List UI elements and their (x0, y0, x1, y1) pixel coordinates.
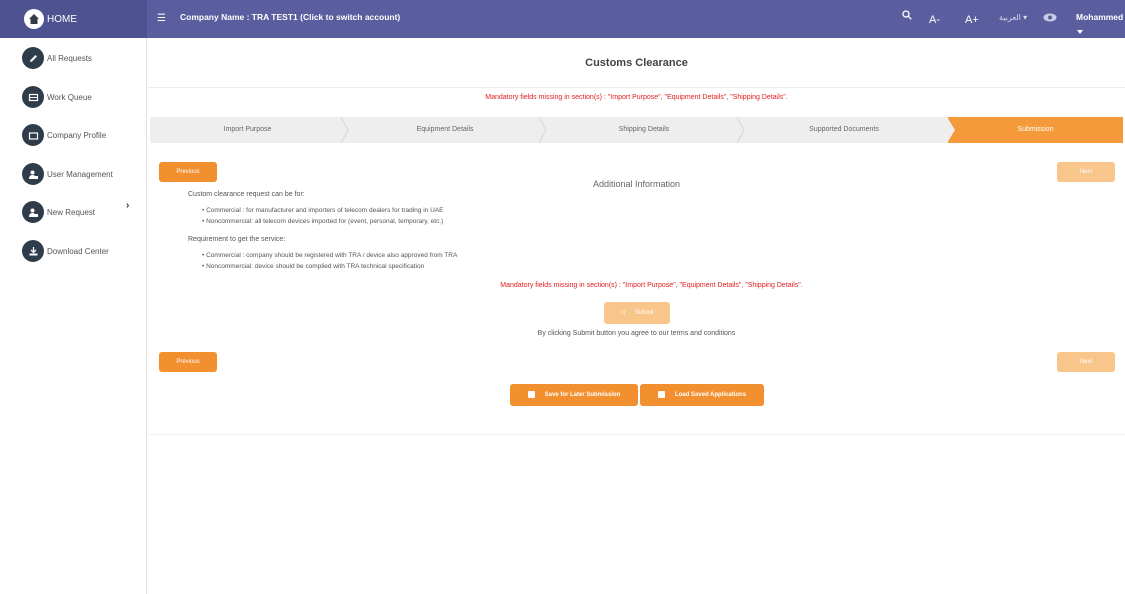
company-switcher[interactable]: Company Name : TRA TEST1 (Click to switc… (180, 12, 400, 22)
hamburger-menu-icon[interactable]: ☰ (157, 13, 166, 24)
sidebar-item-user-management[interactable]: User Management (22, 162, 113, 186)
user-lock-icon (22, 163, 44, 185)
sidebar-item-company-profile[interactable]: Company Profile (22, 123, 106, 147)
sidebar-item-label: All Requests (47, 53, 92, 63)
page-title: Customs Clearance (148, 38, 1125, 88)
user-caret-icon[interactable] (1077, 30, 1083, 34)
previous-button-bottom[interactable]: Previous (159, 352, 217, 372)
user-menu[interactable]: Mohammed (1076, 12, 1123, 22)
sidebar-item-label: Download Center (47, 246, 109, 256)
list-item: • Commercial : for manufacturer and impo… (202, 207, 444, 214)
sidebar-item-new-request[interactable]: New Request (22, 200, 95, 224)
home-icon (24, 9, 44, 29)
language-selector[interactable]: العربية ▾ (999, 13, 1027, 22)
load-saved-button[interactable]: Load Saved Applications (640, 384, 764, 406)
next-button-bottom[interactable]: Next (1057, 352, 1115, 372)
list-item: • Noncommercial: all telecom devices imp… (202, 218, 444, 225)
terms-agreement-text: By clicking Submit button you agree to o… (537, 330, 736, 337)
sidebar-item-label: Company Profile (47, 130, 107, 140)
folder-icon (22, 124, 44, 146)
sidebar-item-download-center[interactable]: Download Center (22, 239, 109, 263)
sidebar-item-label: New Request (47, 207, 96, 217)
save-icon (527, 390, 535, 398)
section-title: Additional Information (592, 179, 681, 189)
divider (148, 434, 1125, 435)
send-icon: ◁ (620, 310, 625, 316)
step-equipment-details[interactable]: Equipment Details (350, 117, 540, 143)
submit-button[interactable]: ◁ Submit (604, 302, 670, 324)
step-separator (538, 117, 547, 143)
list-item: • Noncommercial: device should be compli… (202, 263, 425, 270)
sidebar-item-label: User Management (47, 169, 113, 179)
step-import-purpose[interactable]: Import Purpose (150, 117, 345, 143)
wizard-steps: Import Purpose Equipment Details Shippin… (150, 117, 1123, 143)
home-label: HOME (47, 13, 77, 25)
step-supported-documents[interactable]: Supported Documents (746, 117, 942, 143)
sidebar: All Requests Work Queue Company Profile … (0, 38, 147, 594)
chevron-right-icon[interactable]: › (126, 200, 129, 211)
user-lock-icon (22, 201, 44, 223)
inbox-icon (22, 86, 44, 108)
mandatory-alert-mid: Mandatory fields missing in section(s) :… (500, 282, 803, 289)
list-item: • Commercial : company should be registe… (202, 252, 458, 259)
save-for-later-button[interactable]: Save for Later Submission (510, 384, 638, 406)
step-shipping-details[interactable]: Shipping Details (548, 117, 740, 143)
font-increase-button[interactable]: A+ (965, 14, 979, 26)
step-active-notch (947, 117, 955, 143)
step-separator (340, 117, 349, 143)
search-icon[interactable] (902, 10, 912, 23)
mandatory-alert-top: Mandatory fields missing in section(s) :… (485, 94, 788, 101)
sidebar-item-label: Work Queue (47, 92, 92, 102)
font-decrease-button[interactable]: A- (929, 14, 940, 26)
step-submission[interactable]: Submission (948, 117, 1123, 143)
save-icon (657, 390, 665, 398)
step-separator (736, 117, 745, 143)
intro-text: Custom clearance request can be for: (188, 191, 305, 198)
requirement-title: Requirement to get the service: (188, 236, 286, 243)
pencil-icon (22, 47, 44, 69)
sidebar-item-work-queue[interactable]: Work Queue (22, 85, 92, 109)
eye-icon[interactable] (1043, 13, 1057, 25)
download-icon (22, 240, 44, 262)
top-bar: HOME ☰ Company Name : TRA TEST1 (Click t… (0, 0, 1125, 38)
sidebar-item-all-requests[interactable]: All Requests (22, 46, 92, 70)
home-link[interactable]: HOME (0, 0, 147, 38)
